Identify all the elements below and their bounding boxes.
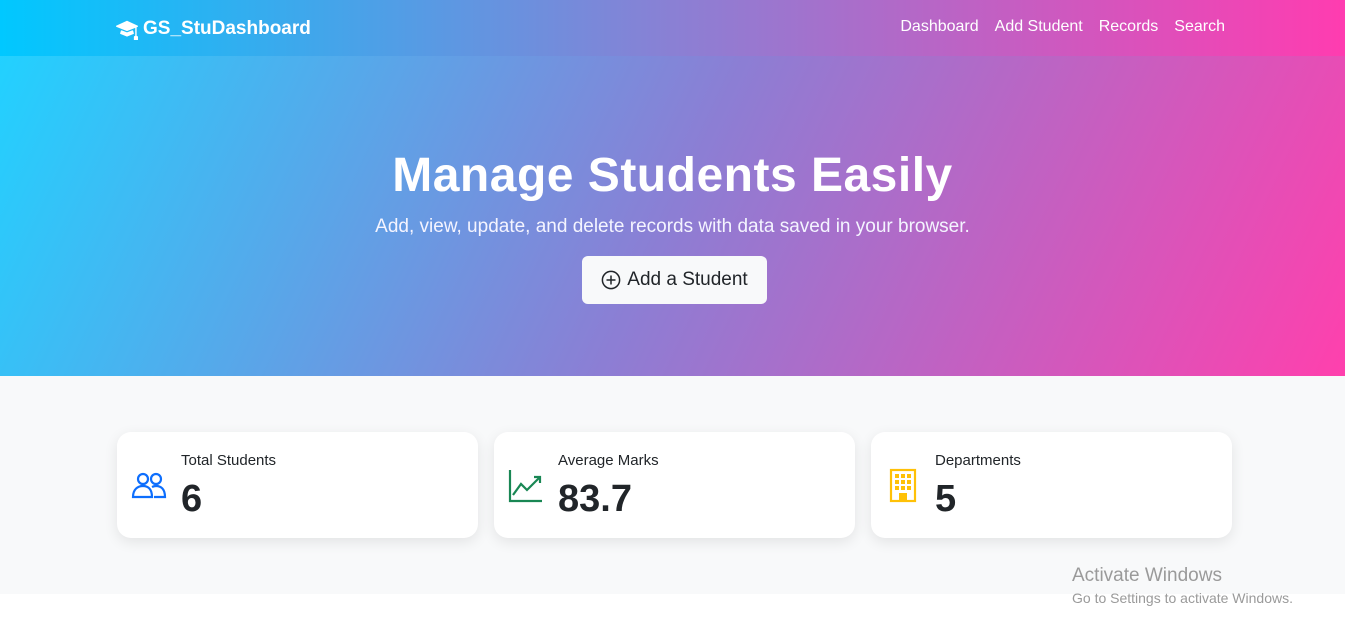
navbar: GS_StuDashboard Dashboard Add Student Re… (0, 0, 1345, 56)
stat-value: 6 (181, 478, 203, 520)
people-icon (131, 472, 167, 499)
stat-value: 83.7 (558, 478, 632, 520)
nav-link-dashboard[interactable]: Dashboard (900, 18, 978, 36)
stats-section: Total Students 6 Average Marks 83.7 Depa… (0, 376, 1345, 594)
activate-windows-watermark: Activate Windows Go to Settings to activ… (1072, 565, 1293, 606)
stat-card-total-students: Total Students 6 (117, 432, 478, 538)
plus-circle-icon (601, 270, 621, 290)
nav-links: Dashboard Add Student Records Search (900, 18, 1225, 36)
brand-name: GS_StuDashboard (143, 18, 311, 39)
add-student-button[interactable]: Add a Student (582, 256, 767, 304)
stat-label: Average Marks (558, 452, 659, 469)
nav-link-add-student[interactable]: Add Student (995, 18, 1083, 36)
add-student-button-label: Add a Student (627, 269, 748, 290)
building-icon (889, 468, 917, 503)
graph-up-icon (508, 470, 542, 503)
graduation-cap-icon (116, 20, 138, 40)
watermark-subtitle: Go to Settings to activate Windows. (1072, 590, 1293, 606)
watermark-title: Activate Windows (1072, 565, 1222, 586)
hero-title: Manage Students Easily (392, 149, 953, 202)
stat-card-average-marks: Average Marks 83.7 (494, 432, 855, 538)
hero-subtitle: Add, view, update, and delete records wi… (375, 216, 970, 237)
nav-link-search[interactable]: Search (1174, 18, 1225, 36)
stat-card-departments: Departments 5 (871, 432, 1232, 538)
stat-value: 5 (935, 478, 957, 520)
stat-label: Departments (935, 452, 1021, 469)
nav-link-records[interactable]: Records (1099, 18, 1159, 36)
stat-label: Total Students (181, 452, 277, 469)
brand-link[interactable]: GS_StuDashboard (116, 17, 311, 41)
hero-section: Manage Students Easily Add, view, update… (0, 56, 1345, 376)
